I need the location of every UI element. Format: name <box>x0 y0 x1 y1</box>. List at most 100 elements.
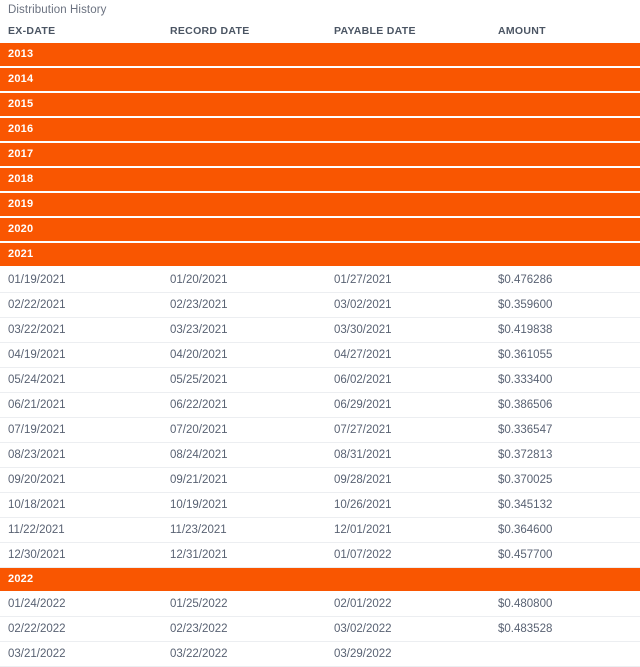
cell-payable_date: 03/29/2022 <box>326 641 490 667</box>
cell-amount: $0.386506 <box>490 392 640 418</box>
cell-ex_date: 06/21/2021 <box>0 392 162 418</box>
table-row: 10/18/2021 10/19/2021 10/26/2021 $0.345132 <box>0 492 640 518</box>
table-row: 01/19/2021 01/20/2021 01/27/2021 $0.476286 <box>0 267 640 293</box>
cell-payable_date: 07/27/2021 <box>326 417 490 443</box>
table-row: 04/19/2021 04/20/2021 04/27/2021 $0.361055 <box>0 342 640 368</box>
cell-ex_date: 03/22/2021 <box>0 317 162 343</box>
year-group-row[interactable]: 2016 <box>0 117 640 143</box>
year-group-row[interactable]: 2022 <box>0 567 640 592</box>
year-label: 2020 <box>0 217 640 243</box>
table-row: 05/24/2021 05/25/2021 06/02/2021 $0.333400 <box>0 367 640 393</box>
table-header: EX-DATE RECORD DATE PAYABLE DATE AMOUNT <box>0 19 640 43</box>
column-header-record-date[interactable]: RECORD DATE <box>162 19 326 43</box>
cell-ex_date: 08/23/2021 <box>0 442 162 468</box>
cell-record_date: 12/31/2021 <box>162 542 326 568</box>
cell-payable_date: 09/28/2021 <box>326 467 490 493</box>
cell-payable_date: 01/27/2021 <box>326 267 490 293</box>
table-header-row: EX-DATE RECORD DATE PAYABLE DATE AMOUNT <box>0 19 640 43</box>
year-group-row[interactable]: 2014 <box>0 67 640 93</box>
table-row: 02/22/2022 02/23/2022 03/02/2022 $0.483528 <box>0 616 640 642</box>
table-row: 06/21/2021 06/22/2021 06/29/2021 $0.386506 <box>0 392 640 418</box>
cell-record_date: 03/23/2021 <box>162 317 326 343</box>
cell-ex_date: 10/18/2021 <box>0 492 162 518</box>
year-label: 2016 <box>0 117 640 143</box>
cell-record_date: 01/20/2021 <box>162 267 326 293</box>
cell-ex_date: 11/22/2021 <box>0 517 162 543</box>
cell-payable_date: 06/29/2021 <box>326 392 490 418</box>
cell-payable_date: 08/31/2021 <box>326 442 490 468</box>
year-label: 2018 <box>0 167 640 193</box>
table-row: 01/24/2022 01/25/2022 02/01/2022 $0.480800 <box>0 591 640 617</box>
year-label: 2014 <box>0 67 640 93</box>
cell-ex_date: 03/21/2022 <box>0 641 162 667</box>
cell-amount: $0.419838 <box>490 317 640 343</box>
cell-amount: $0.480800 <box>490 591 640 617</box>
cell-ex_date: 04/19/2021 <box>0 342 162 368</box>
table-row: 03/22/2021 03/23/2021 03/30/2021 $0.419838 <box>0 317 640 343</box>
cell-payable_date: 04/27/2021 <box>326 342 490 368</box>
year-label: 2021 <box>0 242 640 268</box>
cell-amount: $0.345132 <box>490 492 640 518</box>
cell-amount: $0.333400 <box>490 367 640 393</box>
cell-amount: $0.476286 <box>490 267 640 293</box>
cell-amount: $0.361055 <box>490 342 640 368</box>
cell-payable_date: 03/02/2021 <box>326 292 490 318</box>
cell-record_date: 02/23/2021 <box>162 292 326 318</box>
cell-amount: $0.372813 <box>490 442 640 468</box>
cell-amount <box>490 641 640 667</box>
column-header-ex-date[interactable]: EX-DATE <box>0 19 162 43</box>
cell-amount: $0.336547 <box>490 417 640 443</box>
year-label: 2013 <box>0 43 640 68</box>
cell-record_date: 08/24/2021 <box>162 442 326 468</box>
year-group-row[interactable]: 2021 <box>0 242 640 268</box>
cell-amount: $0.370025 <box>490 467 640 493</box>
year-label: 2022 <box>0 567 640 592</box>
table-row: 03/21/2022 03/22/2022 03/29/2022 <box>0 641 640 667</box>
cell-ex_date: 07/19/2021 <box>0 417 162 443</box>
table-row: 08/23/2021 08/24/2021 08/31/2021 $0.372813 <box>0 442 640 468</box>
cell-ex_date: 05/24/2021 <box>0 367 162 393</box>
cell-amount: $0.364600 <box>490 517 640 543</box>
cell-payable_date: 12/01/2021 <box>326 517 490 543</box>
cell-record_date: 05/25/2021 <box>162 367 326 393</box>
cell-record_date: 06/22/2021 <box>162 392 326 418</box>
cell-record_date: 03/22/2022 <box>162 641 326 667</box>
cell-record_date: 04/20/2021 <box>162 342 326 368</box>
year-group-row[interactable]: 2018 <box>0 167 640 193</box>
distribution-history-panel: Distribution History EX-DATE RECORD DATE… <box>0 0 640 667</box>
year-group-row[interactable]: 2013 <box>0 43 640 68</box>
cell-ex_date: 01/24/2022 <box>0 591 162 617</box>
cell-payable_date: 06/02/2021 <box>326 367 490 393</box>
cell-amount: $0.483528 <box>490 616 640 642</box>
cell-record_date: 09/21/2021 <box>162 467 326 493</box>
year-group-row[interactable]: 2017 <box>0 142 640 168</box>
year-group-row[interactable]: 2015 <box>0 92 640 118</box>
cell-ex_date: 09/20/2021 <box>0 467 162 493</box>
cell-amount: $0.359600 <box>490 292 640 318</box>
distribution-history-table: EX-DATE RECORD DATE PAYABLE DATE AMOUNT … <box>0 19 640 667</box>
cell-amount: $0.457700 <box>490 542 640 568</box>
cell-record_date: 07/20/2021 <box>162 417 326 443</box>
cell-payable_date: 03/02/2022 <box>326 616 490 642</box>
table-row: 12/30/2021 12/31/2021 01/07/2022 $0.457700 <box>0 542 640 568</box>
page-title: Distribution History <box>8 4 107 16</box>
cell-ex_date: 12/30/2021 <box>0 542 162 568</box>
column-header-amount[interactable]: AMOUNT <box>490 19 640 43</box>
cell-payable_date: 01/07/2022 <box>326 542 490 568</box>
cell-ex_date: 02/22/2022 <box>0 616 162 642</box>
cell-payable_date: 02/01/2022 <box>326 591 490 617</box>
cell-record_date: 02/23/2022 <box>162 616 326 642</box>
year-group-row[interactable]: 2020 <box>0 217 640 243</box>
cell-ex_date: 02/22/2021 <box>0 292 162 318</box>
cell-ex_date: 01/19/2021 <box>0 267 162 293</box>
column-header-payable-date[interactable]: PAYABLE DATE <box>326 19 490 43</box>
table-row: 07/19/2021 07/20/2021 07/27/2021 $0.336547 <box>0 417 640 443</box>
year-label: 2015 <box>0 92 640 118</box>
year-group-row[interactable]: 2019 <box>0 192 640 218</box>
cell-payable_date: 03/30/2021 <box>326 317 490 343</box>
cell-record_date: 11/23/2021 <box>162 517 326 543</box>
cell-payable_date: 10/26/2021 <box>326 492 490 518</box>
year-label: 2019 <box>0 192 640 218</box>
cell-record_date: 10/19/2021 <box>162 492 326 518</box>
table-row: 02/22/2021 02/23/2021 03/02/2021 $0.359600 <box>0 292 640 318</box>
